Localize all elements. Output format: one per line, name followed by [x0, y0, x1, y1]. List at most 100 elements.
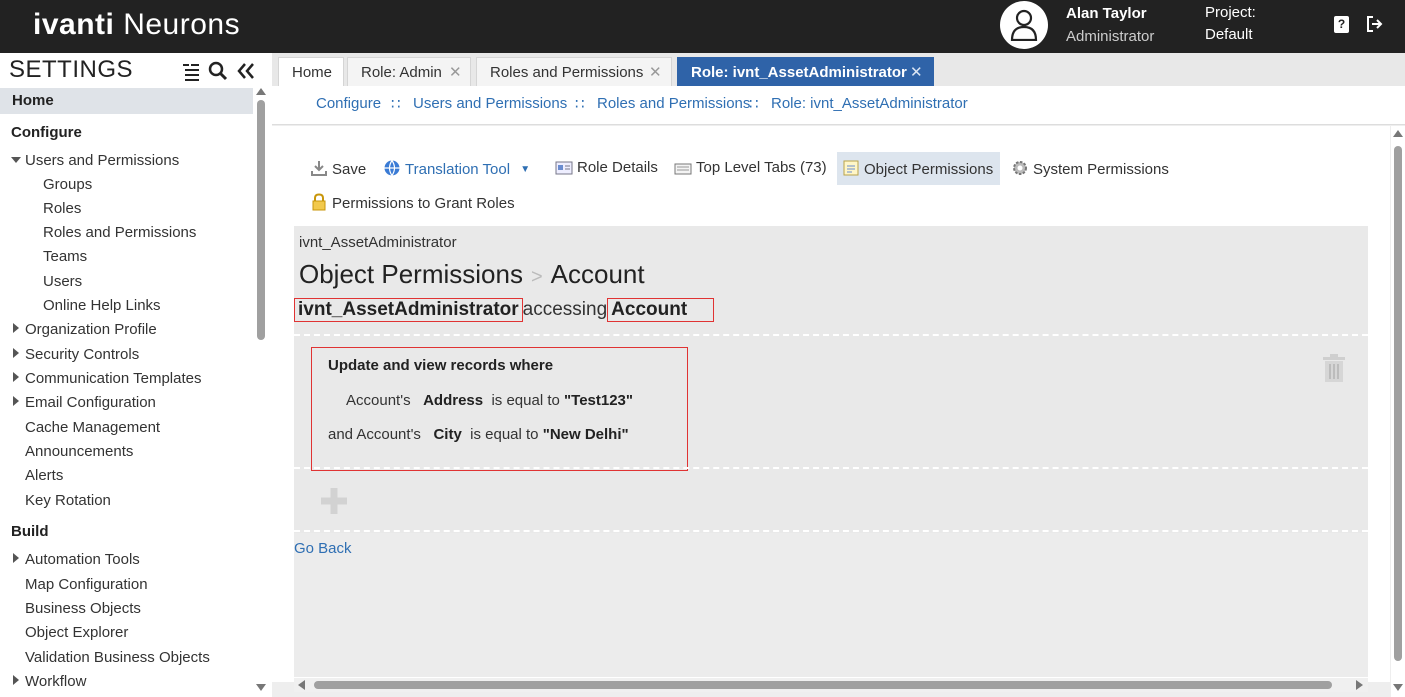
tree-view-icon[interactable] [181, 61, 201, 81]
permissions-to-grant-roles-button[interactable]: Permissions to Grant Roles [310, 193, 515, 215]
sidebar-item-business-objects[interactable]: Business Objects [25, 600, 141, 617]
settings-sidebar: SETTINGS Home Configure Users and Permis… [0, 53, 270, 697]
sidebar-item-home[interactable]: Home [0, 88, 253, 114]
translation-tool-button[interactable]: Translation Tool ▼ [383, 159, 530, 181]
sidebar-section-configure[interactable]: Configure [11, 124, 82, 141]
id-card-icon [555, 161, 573, 179]
sidebar-item-object-explorer[interactable]: Object Explorer [25, 624, 128, 641]
breadcrumb-roles-and-permissions[interactable]: Roles and Permissions [597, 95, 750, 112]
scroll-down-arrow-icon[interactable] [256, 684, 266, 691]
sidebar-item-groups[interactable]: Groups [43, 176, 92, 193]
sidebar-item-users-and-permissions[interactable]: Users and Permissions [25, 152, 179, 169]
user-avatar-icon[interactable] [1000, 1, 1048, 49]
tab-role-admin[interactable]: Role: Admin ✕ [347, 57, 471, 86]
sidebar-scrollbar[interactable] [255, 88, 267, 697]
go-back-link[interactable]: Go Back [294, 540, 352, 557]
sidebar-item-alerts[interactable]: Alerts [25, 467, 63, 484]
lock-icon [310, 193, 328, 215]
scroll-up-arrow-icon[interactable] [1393, 130, 1403, 137]
sidebar-item-cache-management[interactable]: Cache Management [25, 419, 160, 436]
expand-arrow-icon[interactable] [11, 157, 21, 163]
sidebar-item-security-controls[interactable]: Security Controls [25, 346, 139, 363]
top-bar: ivanti Neurons Alan Taylor Administrator… [0, 0, 1405, 53]
tab-roles-and-permissions[interactable]: Roles and Permissions ✕ [476, 57, 672, 86]
sidebar-item-users[interactable]: Users [43, 273, 82, 290]
divider [294, 334, 1368, 336]
object-permissions-panel: ivnt_AssetAdministrator Object Permissio… [294, 226, 1368, 677]
expand-arrow-icon[interactable] [13, 323, 19, 333]
sidebar-item-map-configuration[interactable]: Map Configuration [25, 576, 148, 593]
sidebar-item-announcements[interactable]: Announcements [25, 443, 133, 460]
system-permissions-button[interactable]: System Permissions [1011, 159, 1169, 181]
scrollbar-thumb[interactable] [257, 100, 265, 340]
main-area: Home Role: Admin ✕ Roles and Permissions… [272, 53, 1405, 697]
keyboard-icon [674, 162, 692, 179]
expand-arrow-icon[interactable] [13, 553, 19, 563]
expand-arrow-icon[interactable] [13, 396, 19, 406]
sidebar-item-validation-business-objects[interactable]: Validation Business Objects [25, 649, 210, 666]
rule-heading: Update and view records where [328, 357, 554, 374]
divider [294, 530, 1368, 532]
expand-arrow-icon[interactable] [13, 372, 19, 382]
project-value[interactable]: Default [1205, 26, 1253, 43]
rule-condition-1: Account's Address is equal to "Test123" [346, 392, 634, 409]
sidebar-item-email-configuration[interactable]: Email Configuration [25, 394, 156, 411]
tab-home[interactable]: Home [278, 57, 344, 86]
trash-icon[interactable] [1321, 353, 1347, 383]
gear-icon [1011, 159, 1029, 181]
tab-role-ivnt-assetadministrator[interactable]: Role: ivnt_AssetAdministrator ✕ [677, 57, 934, 86]
rule-condition-2: and Account's City is equal to "New Delh… [328, 426, 629, 443]
top-level-tabs-button[interactable]: Top Level Tabs (73) [674, 159, 827, 179]
scrollbar-thumb[interactable] [314, 681, 1332, 689]
sidebar-item-communication-templates[interactable]: Communication Templates [25, 370, 201, 387]
scrollbar-thumb[interactable] [1394, 146, 1402, 661]
breadcrumb-users-and-permissions[interactable]: Users and Permissions [413, 95, 567, 112]
project-label: Project: [1205, 4, 1256, 21]
breadcrumb-role-ivnt-assetadministrator[interactable]: Role: ivnt_AssetAdministrator [771, 95, 968, 112]
chevron-down-icon: ▼ [520, 164, 531, 175]
object-name-highlight: Account [607, 298, 715, 322]
logout-icon[interactable] [1366, 15, 1384, 33]
close-tab-icon[interactable]: ✕ [910, 63, 923, 81]
permissions-doc-icon [842, 159, 860, 181]
sidebar-item-roles-and-permissions[interactable]: Roles and Permissions [43, 224, 196, 241]
collapse-sidebar-icon[interactable] [236, 61, 256, 81]
sidebar-item-organization-profile[interactable]: Organization Profile [25, 321, 157, 338]
horizontal-scrollbar[interactable] [294, 678, 1368, 692]
role-name-highlight: ivnt_AssetAdministrator [294, 298, 523, 322]
close-tab-icon[interactable]: ✕ [449, 63, 462, 81]
expand-arrow-icon[interactable] [13, 348, 19, 358]
breadcrumb-separator: ∷ [575, 96, 584, 113]
role-name-label: ivnt_AssetAdministrator [299, 234, 457, 251]
user-name[interactable]: Alan Taylor [1066, 5, 1147, 22]
expand-arrow-icon[interactable] [13, 675, 19, 685]
search-icon[interactable] [208, 61, 228, 81]
breadcrumb-configure[interactable]: Configure [316, 95, 381, 112]
divider [294, 467, 1368, 469]
breadcrumb-separator: ∷ [749, 96, 758, 113]
page-title: Object Permissions > Account [299, 259, 645, 289]
ivanti-neurons-logo[interactable]: ivanti Neurons [33, 8, 240, 42]
sidebar-item-teams[interactable]: Teams [43, 248, 87, 265]
close-tab-icon[interactable]: ✕ [649, 63, 662, 81]
save-button[interactable]: Save [310, 159, 366, 181]
vertical-scrollbar[interactable] [1391, 126, 1405, 697]
scroll-down-arrow-icon[interactable] [1393, 684, 1403, 691]
scroll-up-arrow-icon[interactable] [256, 88, 266, 95]
tab-bar: Home Role: Admin ✕ Roles and Permissions… [272, 53, 1405, 86]
content-area: Save Translation Tool ▼ Role Details Top… [272, 126, 1390, 692]
sidebar-item-online-help-links[interactable]: Online Help Links [43, 297, 161, 314]
role-details-button[interactable]: Role Details [555, 159, 658, 179]
help-icon[interactable]: ? [1334, 16, 1349, 33]
sidebar-section-build[interactable]: Build [11, 523, 49, 540]
permission-rule[interactable]: Update and view records where Account's … [311, 347, 688, 471]
object-permissions-button[interactable]: Object Permissions [842, 159, 993, 181]
sidebar-item-roles[interactable]: Roles [43, 200, 81, 217]
globe-icon [383, 159, 401, 181]
add-rule-icon[interactable] [318, 485, 350, 517]
scroll-right-arrow-icon[interactable] [1356, 680, 1363, 690]
scroll-left-arrow-icon[interactable] [298, 680, 305, 690]
sidebar-item-workflow[interactable]: Workflow [25, 673, 86, 690]
sidebar-item-key-rotation[interactable]: Key Rotation [25, 492, 111, 509]
sidebar-item-automation-tools[interactable]: Automation Tools [25, 551, 140, 568]
